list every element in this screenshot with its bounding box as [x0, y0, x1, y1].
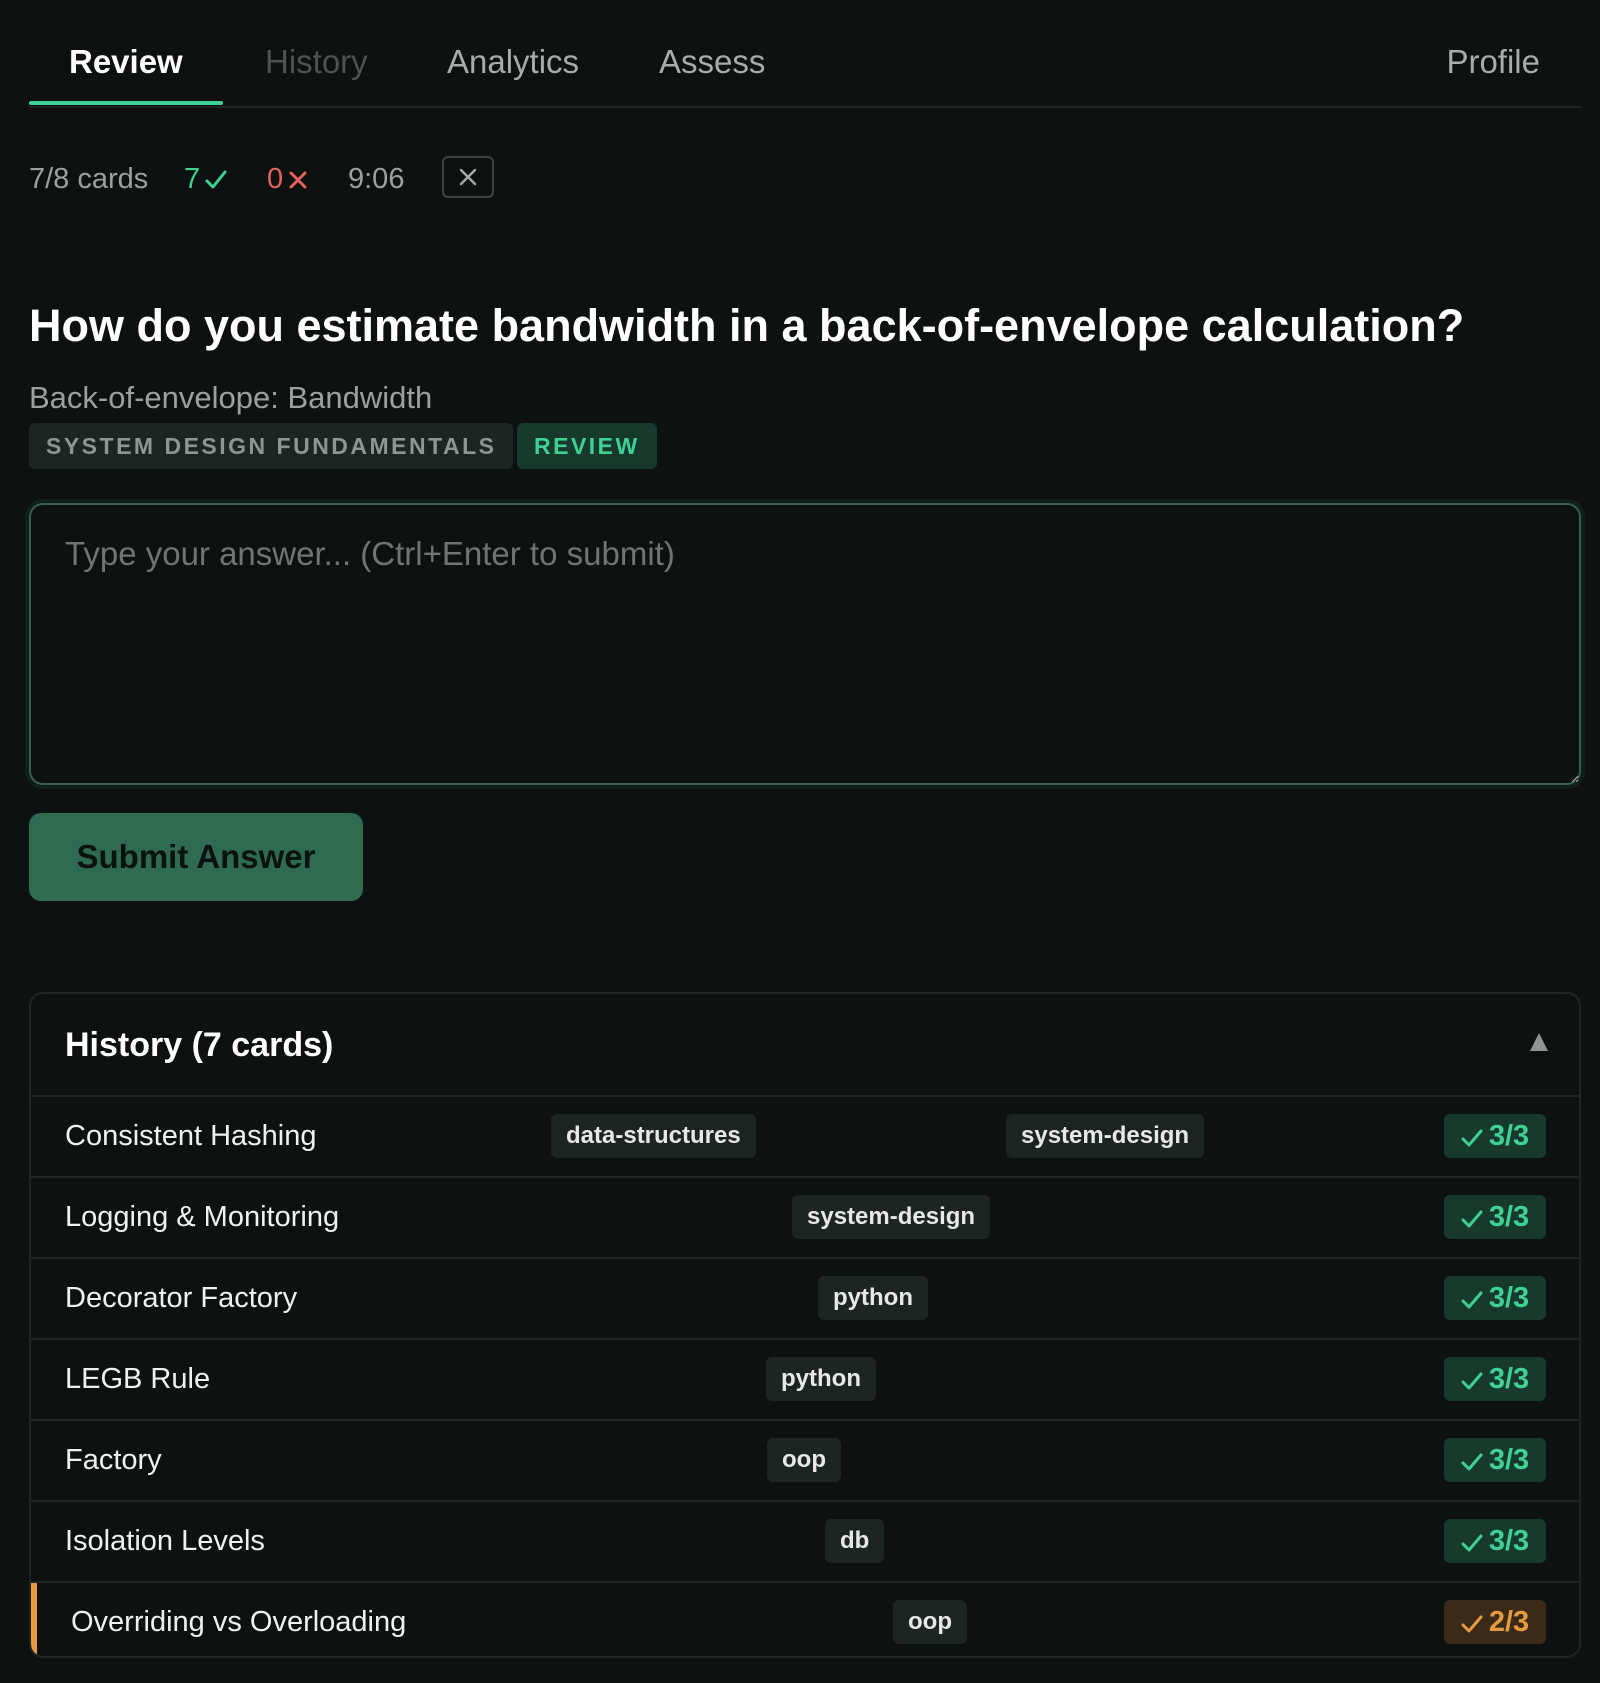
topic-tag: system-design: [792, 1195, 991, 1239]
topic-tag: oop: [767, 1438, 841, 1482]
topic-tag: oop: [893, 1600, 967, 1644]
collapse-triangle-icon[interactable]: [1530, 1033, 1548, 1051]
history-row[interactable]: Consistent Hashing data-structures syste…: [31, 1097, 1579, 1178]
card-topic: Back-of-envelope: Bandwidth: [29, 380, 433, 415]
history-row-title: Logging & Monitoring: [65, 1201, 340, 1233]
score-badge: 3/3: [1444, 1519, 1546, 1563]
tab-analytics[interactable]: Analytics: [447, 40, 579, 84]
score-badge: 2/3: [1444, 1600, 1546, 1644]
history-row[interactable]: Isolation Levels db 3/3: [31, 1502, 1579, 1583]
history-row[interactable]: Factory oop 3/3: [31, 1421, 1579, 1502]
score-badge: 3/3: [1444, 1114, 1546, 1158]
score-badge: 3/3: [1444, 1195, 1546, 1239]
tab-assess[interactable]: Assess: [659, 40, 765, 84]
check-icon: [1461, 1372, 1483, 1390]
active-tab-indicator: [29, 101, 223, 105]
question-text: How do you estimate bandwidth in a back-…: [29, 300, 1465, 351]
check-icon: [205, 170, 227, 189]
score-value: 3/3: [1488, 1444, 1530, 1476]
wrong-count: 0: [267, 162, 309, 196]
correct-count-value: 7: [184, 163, 201, 195]
check-icon: [1461, 1291, 1483, 1309]
history-row[interactable]: Logging & Monitoring system-design 3/3: [31, 1178, 1579, 1259]
top-nav: Review History Analytics Assess Profile: [29, 0, 1581, 108]
topic-tag: db: [825, 1519, 885, 1563]
answer-input[interactable]: [29, 503, 1581, 785]
cards-progress: 7/8 cards: [29, 163, 149, 195]
score-value: 3/3: [1488, 1201, 1530, 1233]
correct-count: 7: [184, 162, 228, 196]
history-row[interactable]: Decorator Factory python 3/3: [31, 1259, 1579, 1340]
history-row[interactable]: LEGB Rule python 3/3: [31, 1340, 1579, 1421]
history-row-title: Isolation Levels: [65, 1525, 265, 1557]
score-value: 2/3: [1488, 1606, 1530, 1638]
check-icon: [1461, 1615, 1483, 1633]
wrong-count-value: 0: [267, 163, 284, 195]
check-icon: [1461, 1129, 1483, 1147]
score-value: 3/3: [1488, 1525, 1530, 1557]
check-icon: [1461, 1453, 1483, 1471]
check-icon: [1461, 1210, 1483, 1228]
tab-review[interactable]: Review: [69, 40, 183, 84]
x-icon: [289, 171, 307, 189]
history-row-title: Factory: [65, 1444, 162, 1476]
score-badge: 3/3: [1444, 1276, 1546, 1320]
topic-tag: python: [818, 1276, 928, 1320]
end-session-button[interactable]: [442, 156, 494, 198]
score-value: 3/3: [1488, 1282, 1530, 1314]
history-panel: History (7 cards) Consistent Hashing dat…: [29, 992, 1581, 1658]
history-row-title: Consistent Hashing: [65, 1120, 317, 1152]
tab-profile[interactable]: Profile: [1446, 40, 1540, 84]
mode-badge: REVIEW: [517, 423, 657, 469]
review-page: Review History Analytics Assess Profile …: [29, 0, 1581, 1658]
history-row-title: LEGB Rule: [65, 1363, 211, 1395]
session-timer: 9:06: [348, 163, 405, 195]
history-row-title: Overriding vs Overloading: [71, 1606, 407, 1638]
topic-tag: python: [766, 1357, 876, 1401]
score-badge: 3/3: [1444, 1438, 1546, 1482]
history-title: History (7 cards): [65, 1026, 334, 1064]
close-icon: [459, 168, 477, 186]
topic-tag: data-structures: [551, 1114, 756, 1158]
history-row[interactable]: Overriding vs Overloading oop 2/3: [31, 1583, 1579, 1656]
session-stats: 7/8 cards 7 0 9:06: [29, 156, 629, 200]
submit-answer-button[interactable]: Submit Answer: [29, 813, 363, 901]
check-icon: [1461, 1534, 1483, 1552]
score-value: 3/3: [1488, 1363, 1530, 1395]
tab-history[interactable]: History: [265, 40, 368, 84]
score-badge: 3/3: [1444, 1357, 1546, 1401]
score-value: 3/3: [1488, 1120, 1530, 1152]
topic-tag: system-design: [1006, 1114, 1205, 1158]
category-badge: SYSTEM DESIGN FUNDAMENTALS: [29, 423, 514, 469]
history-row-title: Decorator Factory: [65, 1282, 298, 1314]
history-header[interactable]: History (7 cards): [31, 994, 1579, 1097]
